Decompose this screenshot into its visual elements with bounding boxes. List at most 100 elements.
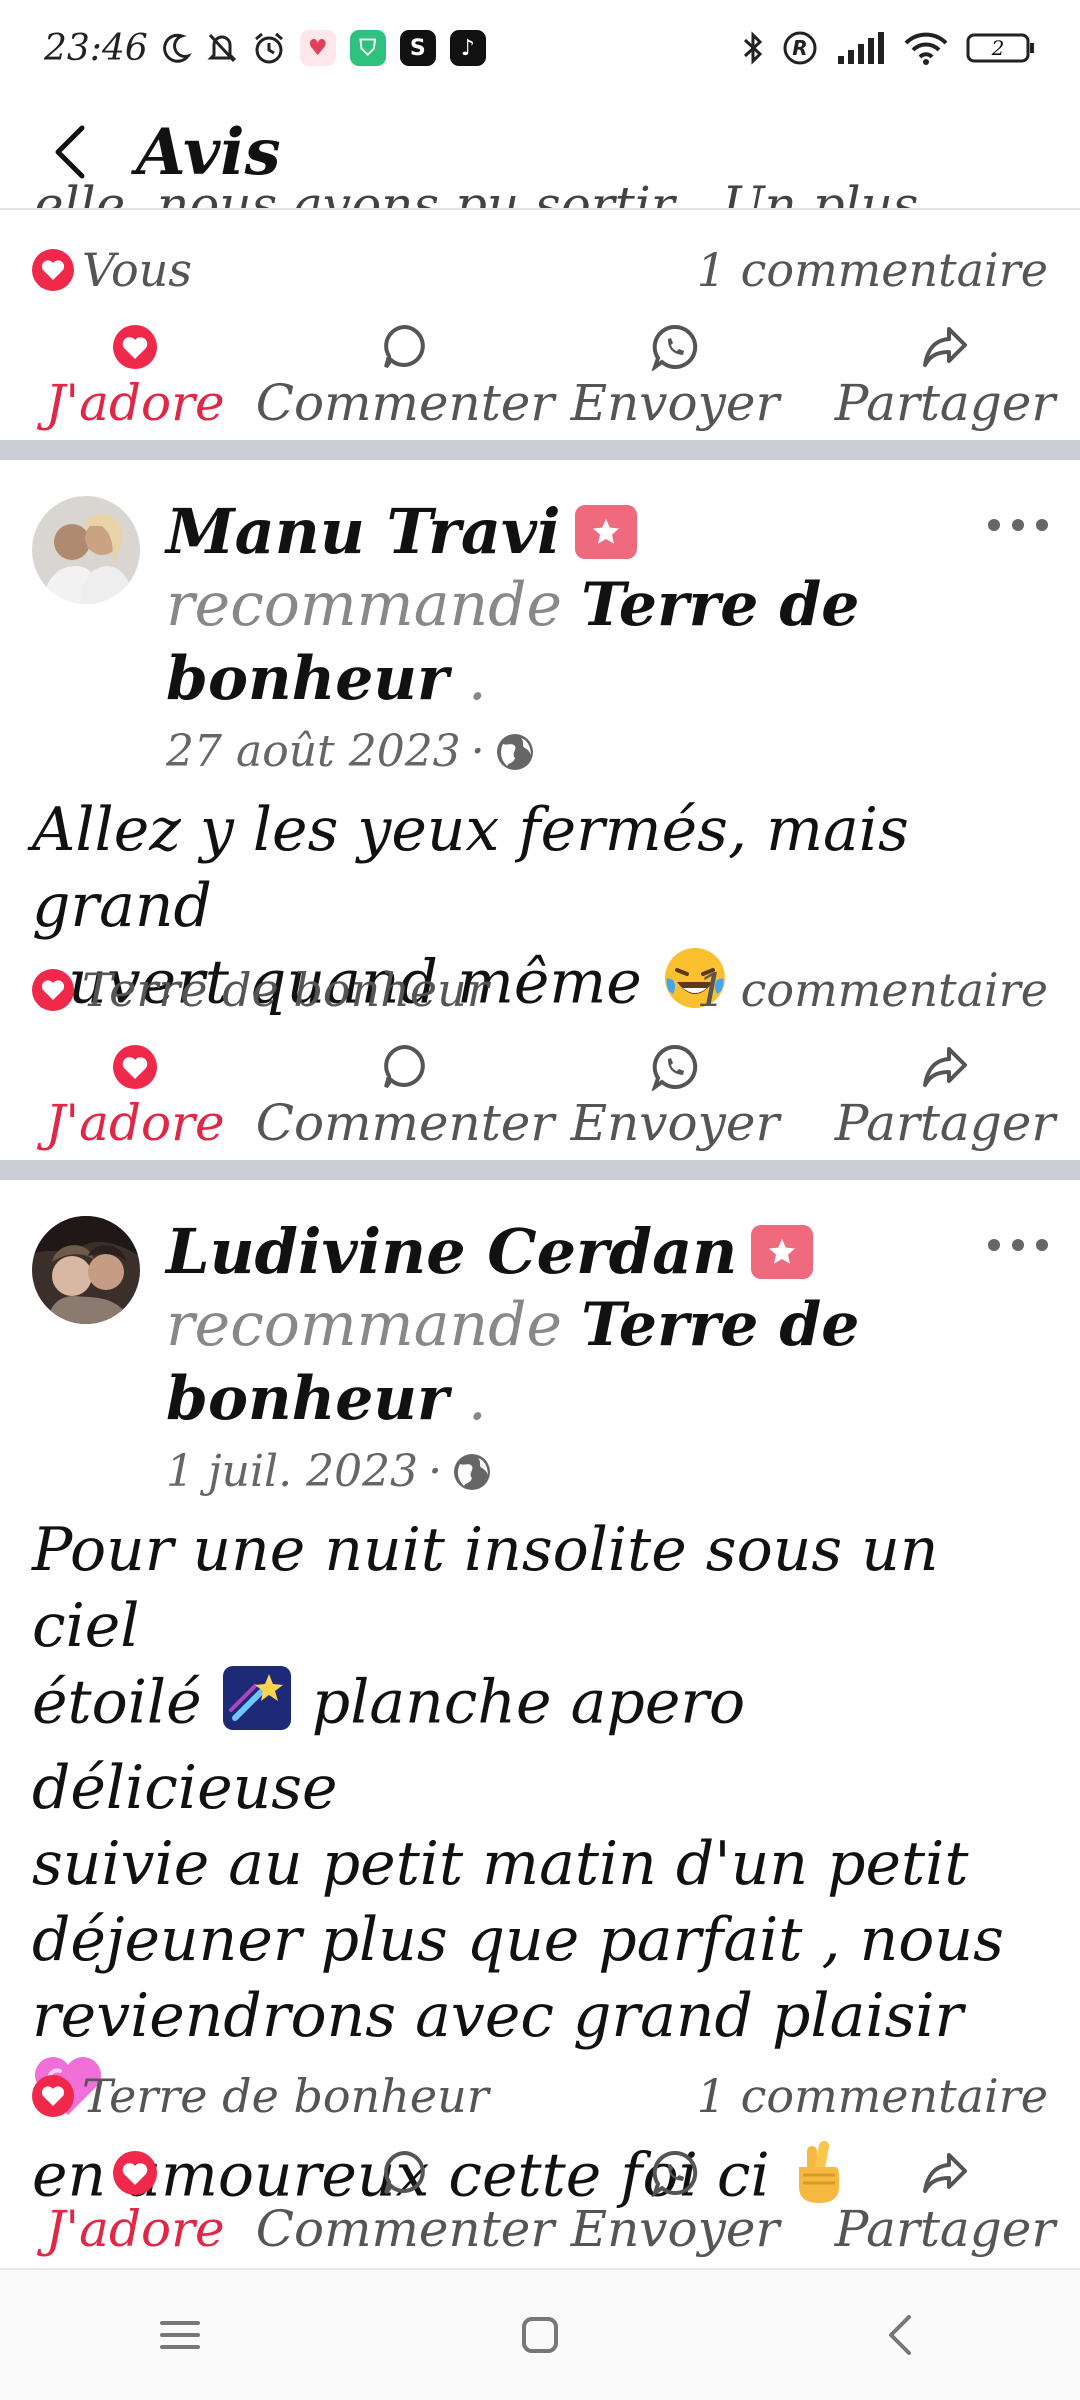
action-bar: J'adore Commenter Envoyer Partager	[0, 322, 1080, 442]
comment-button[interactable]: Commenter	[256, 322, 554, 432]
author-line: Manu Travi	[166, 496, 906, 568]
status-left: 23:46 ♥ ⛉ S ♪	[44, 28, 486, 69]
post-text-line: Allez y les yeux fermés, mais grand	[32, 795, 909, 941]
reaction-summary[interactable]: Terre de bonheur	[32, 2069, 489, 2123]
more-dot-icon	[988, 1239, 1000, 1251]
comment-label: Commenter	[255, 2200, 555, 2258]
battery-level: 2	[991, 36, 1005, 60]
send-label: Envoyer	[570, 2200, 780, 2258]
more-options-button[interactable]	[988, 510, 1048, 540]
reactor-name: Vous	[82, 243, 192, 297]
battery-icon: 2	[966, 32, 1036, 64]
send-button[interactable]: Envoyer	[545, 322, 805, 432]
heart-filled-icon	[111, 322, 159, 372]
recommend-line: recommande Terre de bonheur .	[166, 1288, 906, 1436]
recommend-dot: .	[467, 644, 487, 714]
svg-text:R: R	[792, 36, 807, 60]
send-button[interactable]: Envoyer	[545, 1042, 805, 1152]
date-dot: ·	[470, 726, 485, 777]
registered-icon: R	[782, 30, 818, 66]
post-separator	[0, 440, 1080, 460]
comment-icon	[381, 2148, 429, 2198]
love-button[interactable]: J'adore	[5, 1042, 265, 1152]
clipped-review-text: elle, nous avons pu sortir . Un plus	[34, 180, 1034, 208]
post-text-line: Pour une nuit insolite sous un ciel	[32, 1515, 939, 1661]
share-button[interactable]: Partager	[815, 2148, 1075, 2258]
share-label: Partager	[834, 2200, 1056, 2258]
recommend-star-icon	[574, 505, 637, 559]
share-label: Partager	[834, 1094, 1056, 1152]
heart-filled-icon	[111, 1042, 159, 1092]
s-app-icon: S	[399, 30, 436, 66]
reaction-stats: Terre de bonheur 1 commentaire	[32, 960, 1048, 1020]
share-arrow-icon	[921, 2148, 969, 2198]
reactor-name: Terre de bonheur	[82, 2069, 489, 2123]
post-date[interactable]: 27 août 2023	[166, 726, 461, 777]
reaction-stats: Terre de bonheur 1 commentaire	[32, 2066, 1048, 2126]
love-button[interactable]: J'adore	[5, 2148, 265, 2258]
post-header: Ludivine Cerdan recommande Terre de bonh…	[32, 1216, 1048, 1497]
love-label: J'adore	[45, 1094, 225, 1152]
love-label: J'adore	[45, 2200, 225, 2258]
more-dot-icon	[988, 519, 1000, 531]
recommend-dot: .	[467, 1364, 487, 1434]
whatsapp-icon	[651, 322, 699, 372]
status-right: R 2	[742, 30, 1036, 66]
comment-icon	[381, 322, 429, 372]
shield-app-icon: ⛉	[349, 30, 386, 66]
more-options-button[interactable]	[988, 1230, 1048, 1260]
share-button[interactable]: Partager	[815, 322, 1075, 432]
post-info: Manu Travi recommande Terre de bonheur .…	[166, 496, 906, 778]
share-button[interactable]: Partager	[815, 1042, 1075, 1152]
alarm-icon	[252, 31, 286, 65]
post-header: Manu Travi recommande Terre de bonheur .…	[32, 496, 1048, 778]
post-separator	[0, 1160, 1080, 1180]
recommend-star-icon	[751, 1225, 814, 1279]
more-dot-icon	[1036, 1239, 1048, 1251]
health-app-icon: ♥	[299, 30, 336, 66]
send-button[interactable]: Envoyer	[545, 2148, 805, 2258]
comment-label: Commenter	[255, 374, 555, 432]
comment-icon	[381, 1042, 429, 1092]
action-bar: J'adore Commenter Envoyer Partager	[0, 2148, 1080, 2268]
bluetooth-icon	[742, 30, 764, 66]
post-date-line: 1 juil. 2023 ·	[166, 1446, 906, 1497]
post-text-line: étoilé planche apero délicieuse	[32, 1664, 1048, 1826]
post-date[interactable]: 1 juil. 2023	[166, 1446, 418, 1497]
comment-count[interactable]: 1 commentaire	[697, 2069, 1048, 2123]
love-button[interactable]: J'adore	[5, 322, 265, 432]
share-arrow-icon	[921, 1042, 969, 1092]
home-square-icon[interactable]	[500, 2295, 580, 2375]
reaction-summary[interactable]: Terre de bonheur	[32, 963, 489, 1017]
avatar[interactable]	[32, 496, 140, 604]
reactor-name: Terre de bonheur	[82, 963, 489, 1017]
globe-icon	[454, 1453, 491, 1490]
more-dot-icon	[1012, 1239, 1024, 1251]
tiktok-icon: ♪	[449, 30, 486, 66]
signal-icon	[836, 32, 886, 64]
comment-count[interactable]: 1 commentaire	[697, 963, 1048, 1017]
more-dot-icon	[1012, 519, 1024, 531]
comment-count[interactable]: 1 commentaire	[697, 243, 1048, 297]
heart-filled-icon	[111, 2148, 159, 2198]
back-triangle-icon[interactable]	[860, 2295, 940, 2375]
action-bar: J'adore Commenter Envoyer Partager	[0, 1042, 1080, 1162]
author-line: Ludivine Cerdan	[166, 1216, 906, 1288]
bell-off-icon	[206, 31, 238, 65]
more-dot-icon	[1036, 519, 1048, 531]
author-name[interactable]: Manu Travi	[166, 496, 561, 568]
reaction-stats: Vous 1 commentaire	[32, 240, 1048, 300]
moon-icon	[162, 32, 192, 64]
comment-button[interactable]: Commenter	[256, 2148, 554, 2258]
menu-icon[interactable]	[140, 2295, 220, 2375]
status-time: 23:46	[44, 27, 148, 69]
heart-icon	[32, 969, 74, 1011]
post-date-line: 27 août 2023 ·	[166, 726, 906, 777]
share-arrow-icon	[921, 322, 969, 372]
comment-button[interactable]: Commenter	[256, 1042, 554, 1152]
recommend-word: recommande	[166, 570, 563, 640]
avatar[interactable]	[32, 1216, 140, 1324]
author-name[interactable]: Ludivine Cerdan	[166, 1216, 737, 1288]
heart-icon	[32, 249, 74, 291]
reaction-summary[interactable]: Vous	[32, 243, 192, 297]
